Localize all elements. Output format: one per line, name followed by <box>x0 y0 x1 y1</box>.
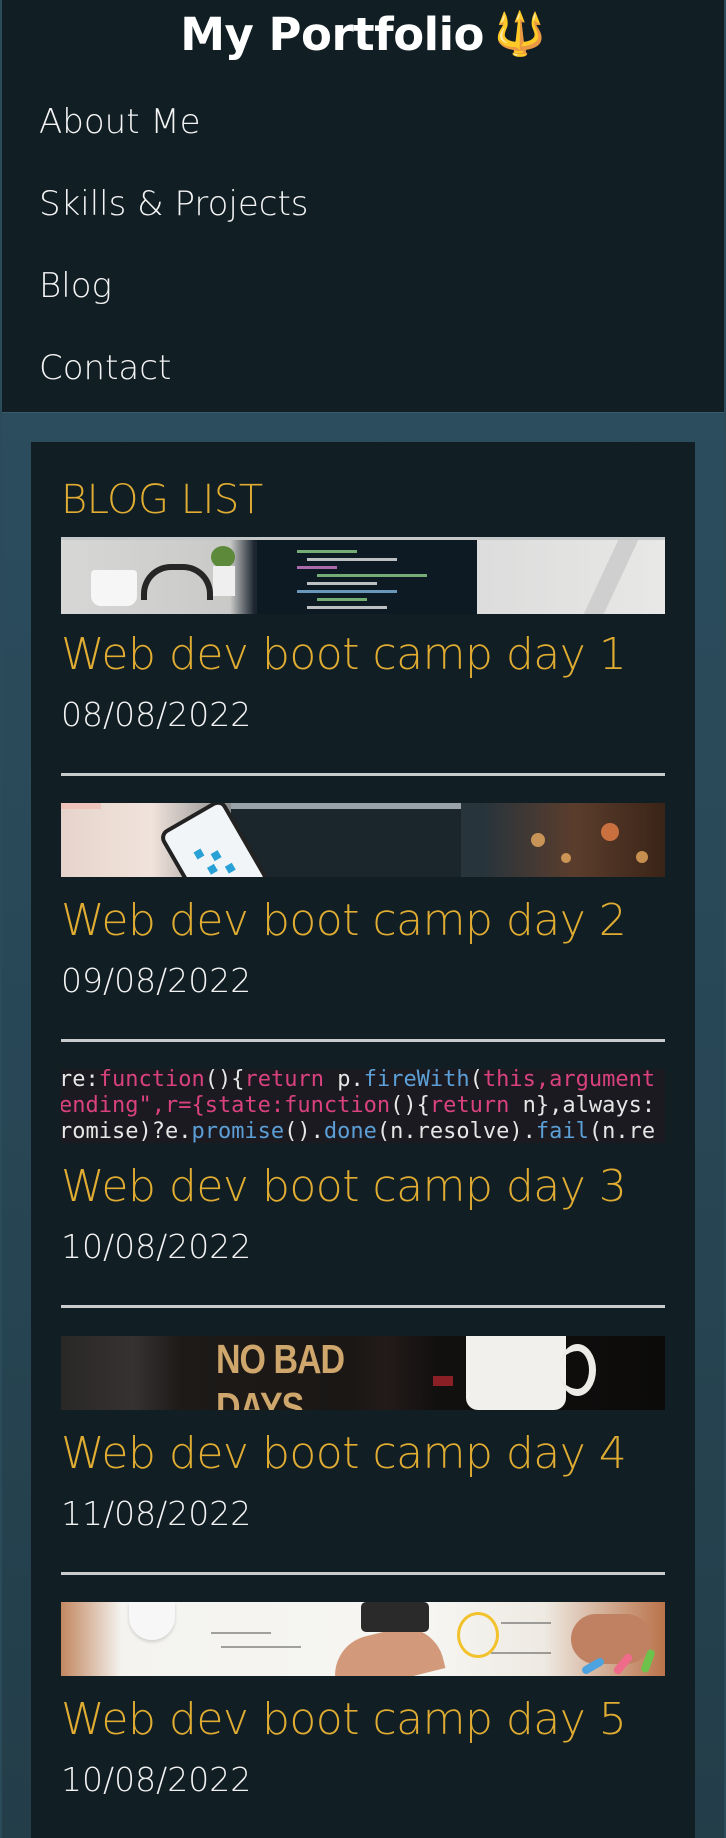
post-date: 08/08/2022 <box>61 695 252 734</box>
plant-shape <box>211 546 235 568</box>
code-snippet: re:function(){return p.fireWith(this,arg… <box>61 1069 656 1143</box>
page: My Portfolio 🔱 About Me Skills & Project… <box>2 0 724 1838</box>
post-title[interactable]: Web dev boot camp day 5 <box>61 1694 627 1745</box>
phone-laptop-image[interactable] <box>61 803 665 877</box>
trident-icon: 🔱 <box>493 9 546 58</box>
blog-list-heading: BLOG LIST <box>61 477 263 523</box>
site-header: My Portfolio 🔱 About Me Skills & Project… <box>2 0 724 413</box>
pot-shape <box>213 566 235 596</box>
nav-item-contact[interactable]: Contact <box>39 338 689 420</box>
nav-item-skills-projects[interactable]: Skills & Projects <box>39 174 689 256</box>
blog-post[interactable]: re:function(){return p.fireWith(this,arg… <box>61 1069 665 1309</box>
desk-laptop-code-image[interactable] <box>61 537 665 614</box>
site-title-text: My Portfolio <box>180 7 484 61</box>
cup-shape <box>91 570 137 606</box>
laptop-shape <box>231 803 461 877</box>
phone-shape <box>361 1602 429 1632</box>
mug-handle-shape <box>559 1344 596 1396</box>
blog-panel: BLOG LIST Web dev boot camp day 1 08/08/… <box>31 442 695 1838</box>
post-title[interactable]: Web dev boot camp day 4 <box>61 1428 627 1479</box>
highlight-circle-shape <box>457 1612 499 1658</box>
post-date: 10/08/2022 <box>61 1760 252 1799</box>
site-title[interactable]: My Portfolio 🔱 <box>2 4 724 64</box>
post-title[interactable]: Web dev boot camp day 2 <box>61 895 627 946</box>
main-nav: About Me Skills & Projects Blog Contact <box>39 92 689 420</box>
desk-papers-image[interactable] <box>61 1602 665 1676</box>
post-title[interactable]: Web dev boot camp day 3 <box>61 1161 627 1212</box>
post-divider <box>61 1572 665 1575</box>
no-bad-days-sign: NO BAD DAYS <box>216 1337 345 1410</box>
headphones-shape <box>141 564 213 600</box>
code-screen-image[interactable]: re:function(){return p.fireWith(this,arg… <box>61 1069 665 1143</box>
blog-post[interactable]: Web dev boot camp day 5 10/08/2022 <box>61 1602 665 1838</box>
blog-post[interactable]: Web dev boot camp day 2 09/08/2022 <box>61 803 665 1043</box>
hand-shape <box>571 1614 651 1664</box>
mug-shape <box>466 1336 566 1410</box>
mouse-shape <box>129 1602 175 1640</box>
blog-post[interactable]: Web dev boot camp day 1 08/08/2022 <box>61 537 665 777</box>
post-divider <box>61 773 665 776</box>
no-bad-days-image[interactable]: NO BAD DAYS <box>61 1336 665 1410</box>
blog-post[interactable]: NO BAD DAYS Web dev boot camp day 4 11/0… <box>61 1336 665 1576</box>
post-title[interactable]: Web dev boot camp day 1 <box>61 629 627 680</box>
post-date: 10/08/2022 <box>61 1227 252 1266</box>
nav-item-about-me[interactable]: About Me <box>39 92 689 174</box>
post-date: 09/08/2022 <box>61 961 252 1000</box>
post-divider <box>61 1039 665 1042</box>
post-divider <box>61 1305 665 1308</box>
laptop-screen-shape <box>257 540 477 614</box>
nav-item-blog[interactable]: Blog <box>39 256 689 338</box>
post-date: 11/08/2022 <box>61 1494 252 1533</box>
chain-shape <box>583 540 639 614</box>
